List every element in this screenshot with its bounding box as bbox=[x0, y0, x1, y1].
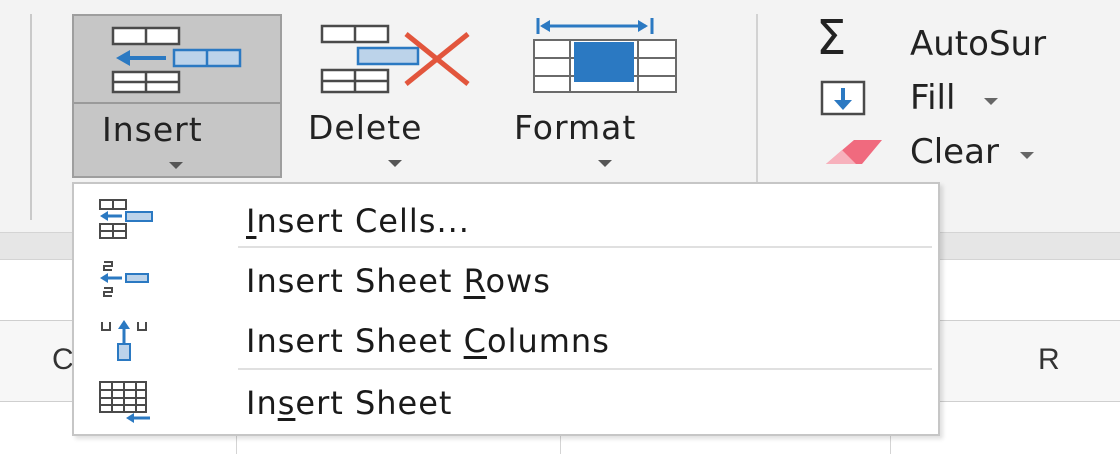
insert-columns-icon bbox=[96, 316, 156, 364]
split-button-divider bbox=[74, 102, 280, 104]
insert-cells-icon bbox=[110, 24, 242, 98]
format-cells-icon bbox=[530, 18, 680, 104]
delete-cells-icon bbox=[318, 22, 478, 100]
fill-down-icon bbox=[820, 80, 866, 122]
insert-rows-icon bbox=[96, 256, 156, 304]
chevron-down-icon[interactable] bbox=[598, 160, 612, 167]
column-header-c[interactable]: C bbox=[52, 343, 74, 377]
menu-item-insert-sheet[interactable]: Insert Sheet bbox=[74, 372, 938, 432]
autosum-label: AutoSur bbox=[910, 24, 1047, 64]
format-button-label: Format bbox=[514, 108, 637, 147]
menu-item-label: Insert Sheet Columns bbox=[246, 322, 610, 360]
menu-item-label: Insert Sheet bbox=[246, 384, 453, 422]
chevron-down-icon bbox=[1020, 152, 1034, 159]
menu-divider bbox=[238, 368, 932, 370]
delete-button[interactable]: Delete bbox=[300, 14, 490, 178]
insert-cells-icon bbox=[96, 196, 156, 244]
menu-item-label: Insert Sheet Rows bbox=[246, 262, 551, 300]
insert-button-label: Insert bbox=[102, 110, 203, 149]
chevron-down-icon bbox=[984, 98, 998, 105]
ribbon-left-divider bbox=[30, 14, 32, 220]
insert-sheet-icon bbox=[96, 378, 156, 426]
menu-item-insert-cells[interactable]: Insert Cells... bbox=[74, 190, 938, 250]
column-header-r[interactable]: R bbox=[1038, 343, 1060, 377]
menu-divider bbox=[238, 246, 932, 248]
insert-menu: Insert Cells... Insert Sheet Rows Insert… bbox=[72, 182, 940, 436]
delete-button-label: Delete bbox=[308, 108, 423, 147]
format-button[interactable]: Format bbox=[506, 14, 706, 178]
clear-button[interactable]: Clear bbox=[820, 130, 1080, 176]
clear-label: Clear bbox=[910, 132, 999, 172]
menu-item-insert-sheet-columns[interactable]: Insert Sheet Columns bbox=[74, 310, 938, 370]
sigma-icon: Σ bbox=[816, 10, 847, 66]
chevron-down-icon[interactable] bbox=[388, 160, 402, 167]
autosum-button[interactable]: Σ AutoSur bbox=[816, 14, 1120, 68]
fill-button[interactable]: Fill bbox=[820, 76, 1040, 122]
chevron-down-icon[interactable] bbox=[169, 162, 183, 169]
menu-item-label: Insert Cells... bbox=[246, 202, 470, 240]
insert-button[interactable]: Insert bbox=[72, 14, 282, 178]
fill-label: Fill bbox=[910, 78, 956, 118]
menu-item-insert-sheet-rows[interactable]: Insert Sheet Rows bbox=[74, 250, 938, 310]
eraser-icon bbox=[820, 134, 886, 176]
